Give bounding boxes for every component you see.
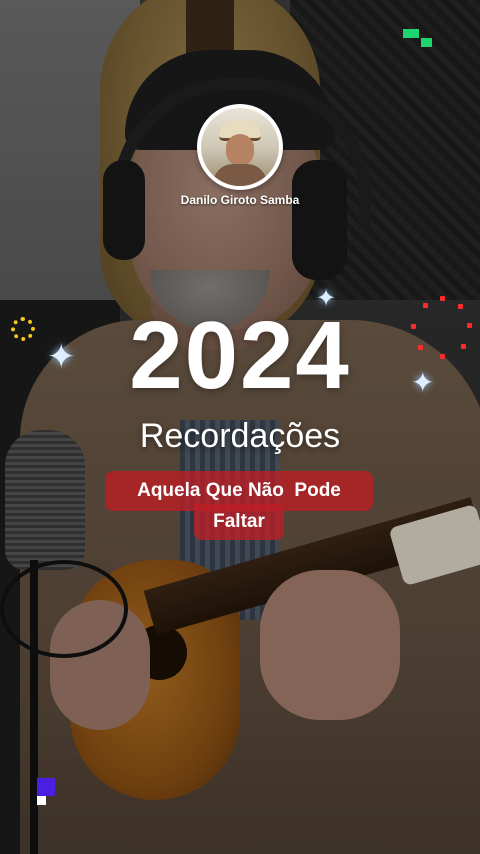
story-screen: ✦ ✦ ✦ Danilo Giroto Samba 2024 Recordaçõ… (0, 0, 480, 854)
avatar-face (226, 134, 254, 166)
channel-name[interactable]: Danilo Giroto Samba (140, 193, 340, 207)
gold-ring-icon (11, 317, 35, 341)
channel-avatar[interactable] (197, 104, 283, 190)
avatar-photo (201, 108, 279, 186)
year-title: 2024 (129, 302, 351, 409)
song-tag-line-1: Aquela Que Não Pode (105, 471, 373, 511)
green-pixel-icon (421, 38, 432, 47)
purple-pixel-icon (37, 778, 55, 796)
recordacoes-subtitle: Recordações (139, 417, 341, 455)
green-pixel-icon (403, 29, 419, 38)
white-pixel-icon (37, 796, 46, 805)
avatar-body (213, 164, 267, 186)
